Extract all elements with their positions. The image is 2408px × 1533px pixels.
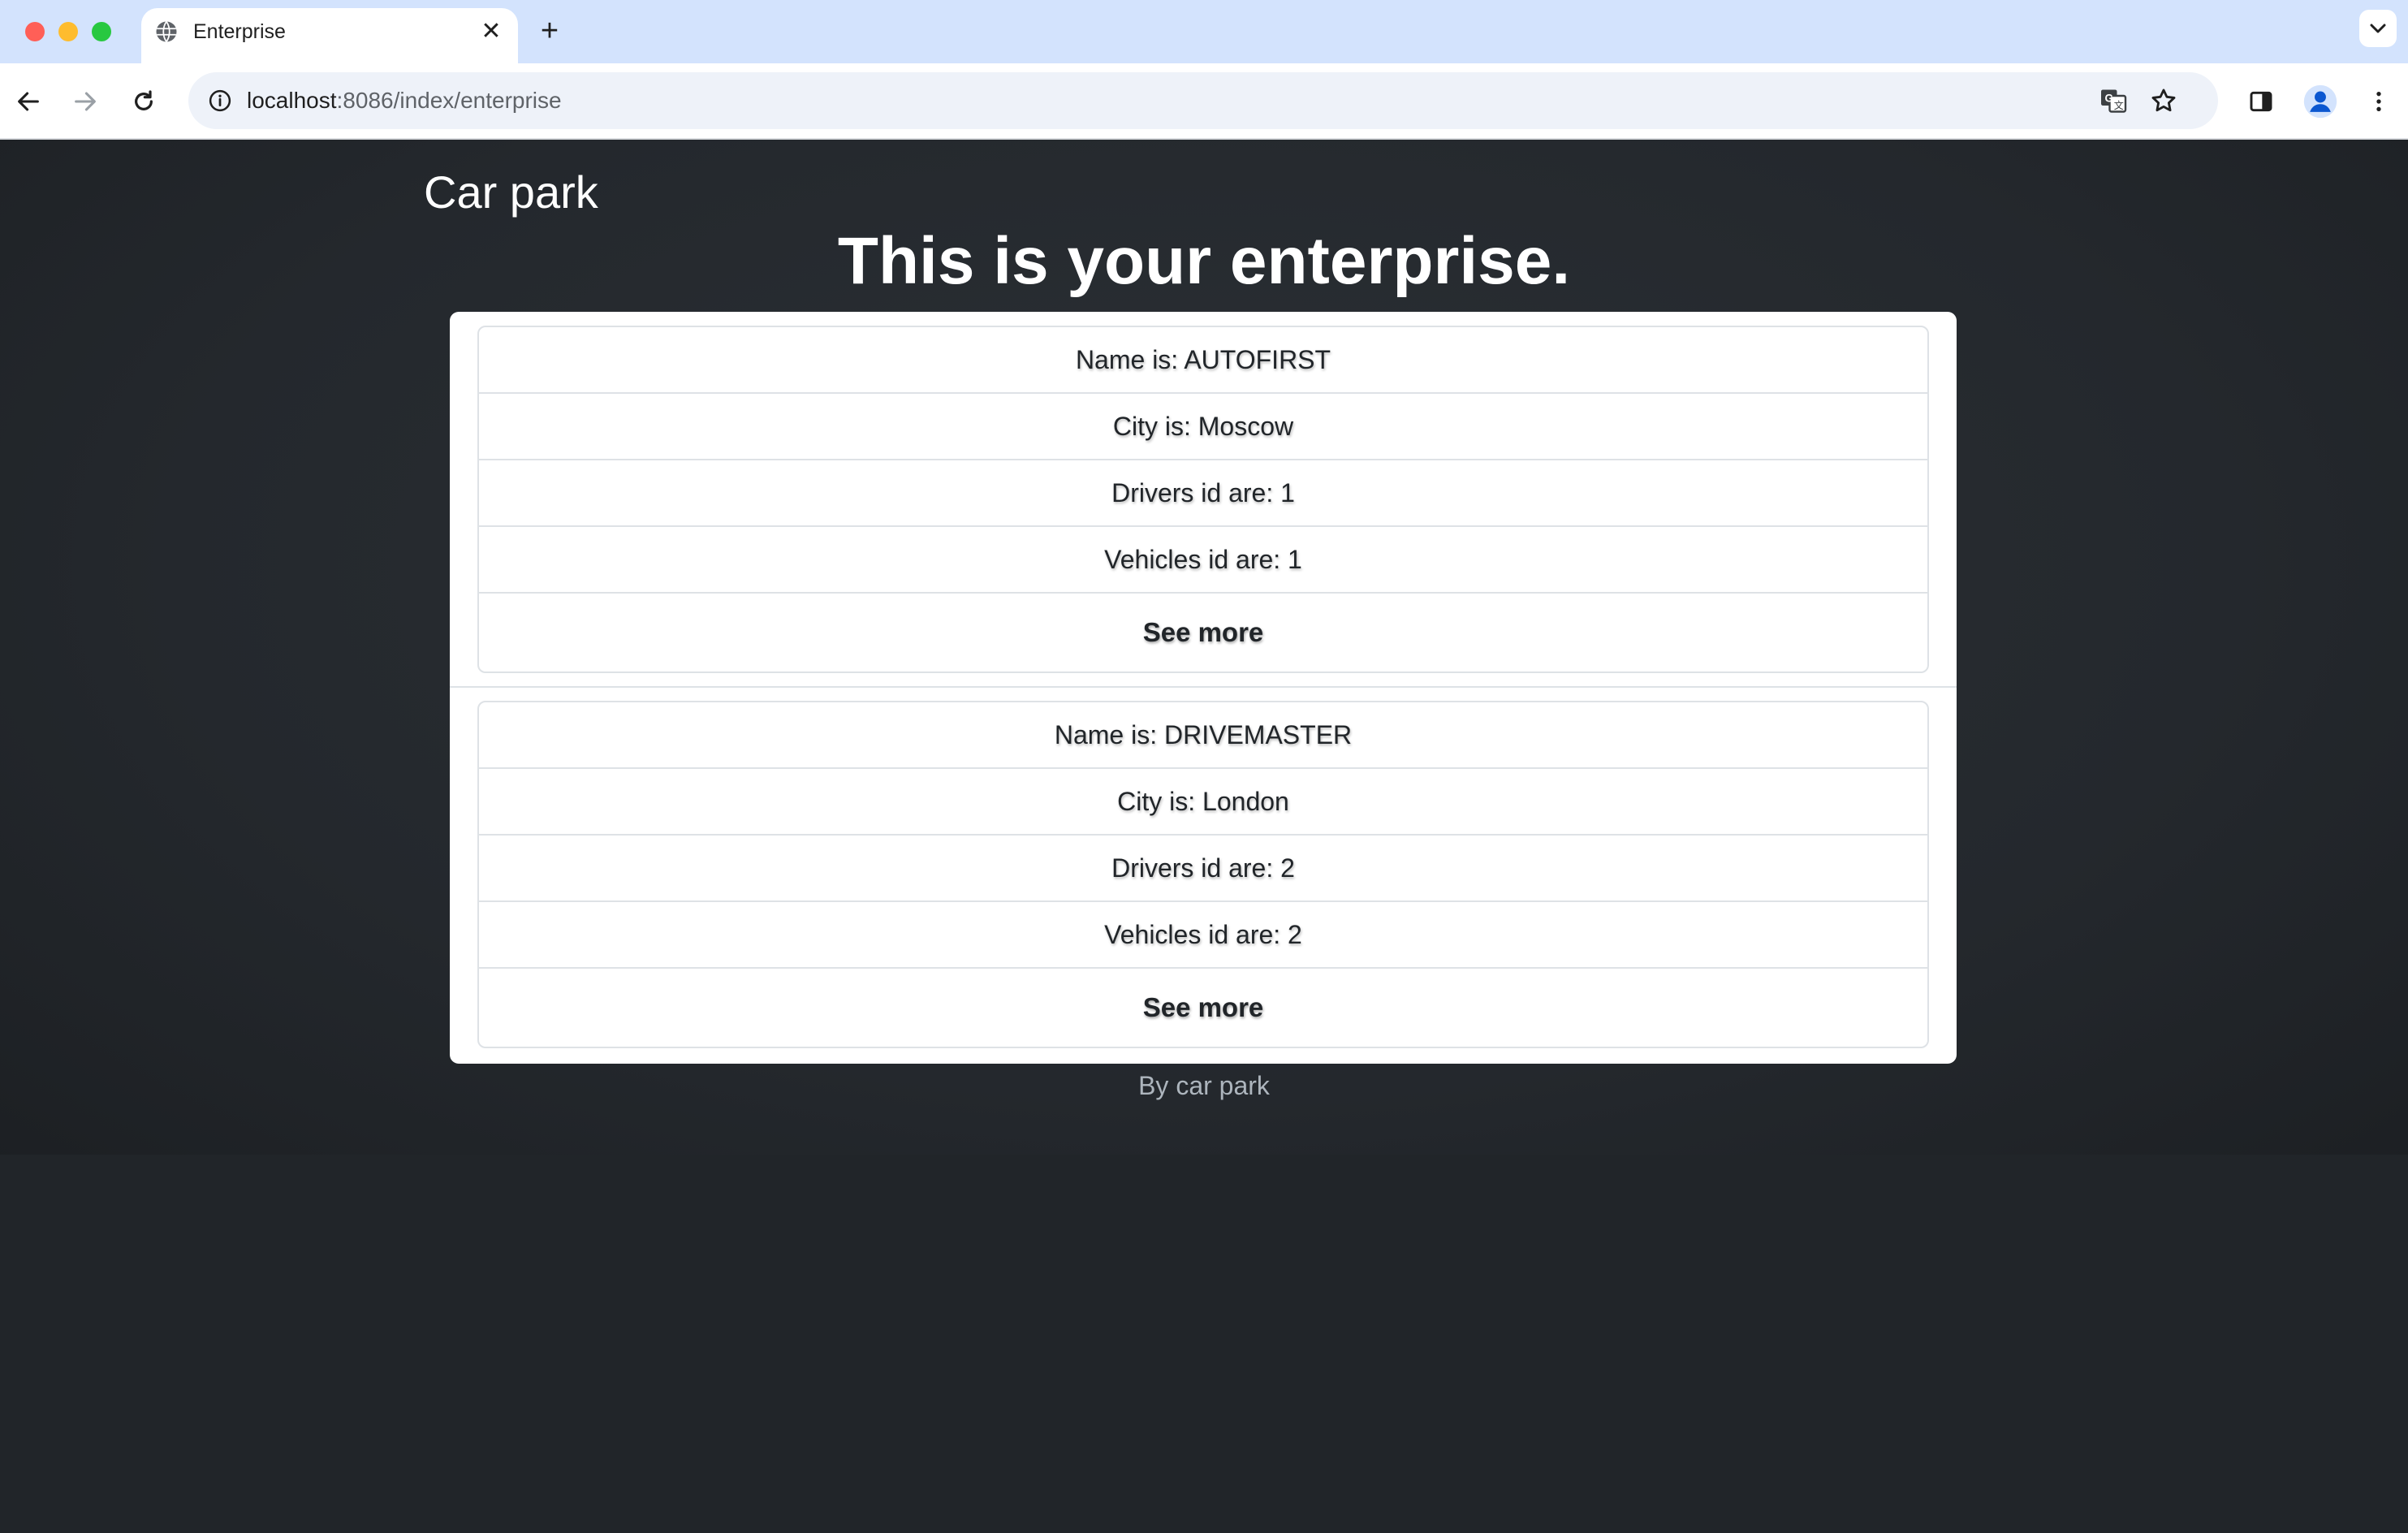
page-content: Car park This is your enterprise. Name i… bbox=[0, 140, 2408, 1533]
enterprise-name: Name is: AUTOFIRST bbox=[479, 327, 1927, 394]
page-title: This is your enterprise. bbox=[837, 224, 1571, 298]
svg-text:文: 文 bbox=[2114, 99, 2124, 111]
enterprise-card: Name is: DRIVEMASTER City is: London Dri… bbox=[477, 701, 1929, 1048]
new-tab-button[interactable]: + bbox=[533, 15, 567, 49]
svg-text:G: G bbox=[2105, 93, 2114, 105]
site-info-icon[interactable] bbox=[200, 80, 240, 121]
close-icon[interactable]: ✕ bbox=[477, 18, 505, 45]
enterprise-city: City is: Moscow bbox=[479, 394, 1927, 460]
browser-toolbar: localhost:8086/index/enterprise G文 bbox=[0, 63, 2408, 140]
profile-icon[interactable] bbox=[2300, 81, 2341, 122]
see-more-link[interactable]: See more bbox=[479, 594, 1927, 671]
enterprise-name: Name is: DRIVEMASTER bbox=[479, 702, 1927, 769]
reload-icon[interactable] bbox=[123, 81, 164, 122]
window-maximize-button[interactable] bbox=[92, 22, 111, 41]
menu-icon[interactable] bbox=[2358, 81, 2399, 122]
tab-enterprise[interactable]: Enterprise ✕ bbox=[141, 8, 518, 63]
enterprise-drivers: Drivers id are: 1 bbox=[479, 460, 1927, 527]
url-text[interactable]: localhost:8086/index/enterprise bbox=[247, 86, 562, 115]
tab-title: Enterprise bbox=[193, 20, 286, 43]
address-bar[interactable]: localhost:8086/index/enterprise G文 bbox=[188, 72, 2218, 129]
globe-icon bbox=[154, 19, 179, 44]
url-path: :8086/index/enterprise bbox=[336, 88, 562, 113]
brand-title[interactable]: Car park bbox=[424, 164, 598, 221]
enterprise-vehicles: Vehicles id are: 1 bbox=[479, 527, 1927, 594]
enterprise-city: City is: London bbox=[479, 769, 1927, 836]
enterprise-list-panel: Name is: AUTOFIRST City is: Moscow Drive… bbox=[450, 312, 1957, 1064]
card-divider bbox=[450, 686, 1957, 688]
window-close-button[interactable] bbox=[25, 22, 45, 41]
url-host: localhost bbox=[247, 88, 337, 113]
back-icon[interactable] bbox=[8, 81, 49, 122]
browser-tab-bar: Enterprise ✕ + bbox=[0, 0, 2408, 63]
hero-section: Car park This is your enterprise. Name i… bbox=[0, 140, 2408, 1155]
tab-search-icon[interactable] bbox=[2359, 10, 2397, 47]
see-more-link[interactable]: See more bbox=[479, 969, 1927, 1047]
forward-icon[interactable] bbox=[65, 81, 106, 122]
side-panel-icon[interactable] bbox=[2241, 81, 2281, 122]
enterprise-vehicles: Vehicles id are: 2 bbox=[479, 902, 1927, 969]
window-minimize-button[interactable] bbox=[58, 22, 78, 41]
enterprise-card: Name is: AUTOFIRST City is: Moscow Drive… bbox=[477, 326, 1929, 673]
footer-text: By car park bbox=[1138, 1071, 1270, 1100]
translate-icon[interactable]: G文 bbox=[2093, 80, 2134, 121]
star-icon[interactable] bbox=[2143, 80, 2184, 121]
enterprise-drivers: Drivers id are: 2 bbox=[479, 836, 1927, 902]
